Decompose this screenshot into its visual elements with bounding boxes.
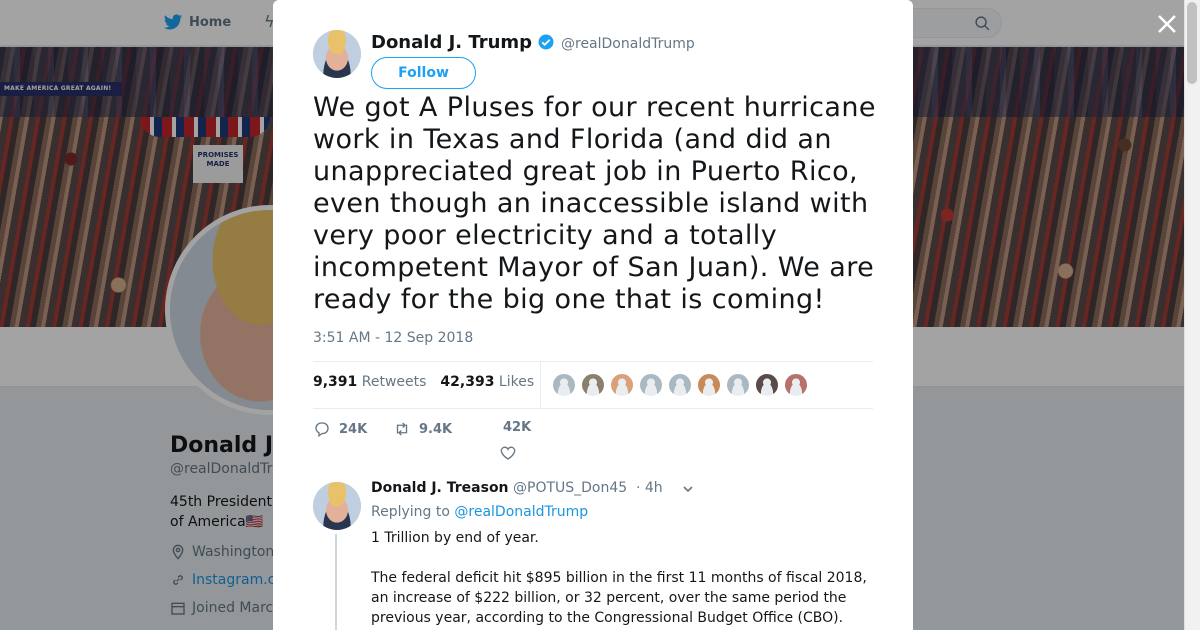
reply-author-name[interactable]: Donald J. Treason (371, 480, 509, 496)
liker-avatar[interactable] (697, 373, 721, 397)
reply-author-handle[interactable]: @POTUS_Don45 (513, 480, 627, 496)
reply-count: 24K (339, 421, 368, 437)
likes-label: Likes (498, 374, 535, 390)
retweet-count: 9.4K (419, 421, 453, 437)
thread-line (335, 534, 337, 630)
tweet-author-avatar[interactable] (313, 30, 361, 78)
chevron-down-icon[interactable] (681, 482, 695, 496)
tweet-text: We got A Pluses for our recent hurricane… (313, 92, 876, 315)
liker-avatar[interactable] (784, 373, 808, 397)
liker-avatar[interactable] (552, 373, 576, 397)
reply-line-2: The federal deficit hit $895 billion in … (371, 570, 867, 626)
scrollbar-thumb[interactable] (1187, 2, 1197, 84)
reply-icon (315, 422, 329, 438)
close-icon[interactable] (1153, 10, 1181, 38)
liker-avatar[interactable] (610, 373, 634, 397)
tweet-author-handle[interactable]: @realDonaldTrump (561, 36, 695, 52)
tweet-modal: Donald J. Trump @realDonaldTrump Follow … (273, 0, 913, 630)
liker-avatars (552, 373, 808, 397)
reply-text: 1 Trillion by end of year. The federal d… (371, 528, 876, 628)
reply-button[interactable]: 24K (313, 420, 367, 438)
reply-time[interactable]: · 4h (636, 480, 663, 496)
like-count: 42K (503, 420, 532, 435)
replying-prefix: Replying to (371, 504, 450, 520)
replying-to-link[interactable]: @realDonaldTrump (454, 504, 588, 520)
likes-stat[interactable]: 42,393 Likes (440, 374, 534, 390)
divider (313, 361, 873, 362)
retweets-label: Retweets (361, 374, 427, 390)
reply-author-avatar[interactable] (313, 482, 361, 530)
divider (313, 408, 873, 409)
likes-count: 42,393 (440, 374, 495, 390)
reply-line-1: 1 Trillion by end of year. (371, 530, 539, 546)
scrollbar-track[interactable] (1184, 0, 1200, 630)
liker-avatar[interactable] (726, 373, 750, 397)
liker-avatar[interactable] (668, 373, 692, 397)
stats-divider (540, 362, 541, 408)
liker-avatar[interactable] (581, 373, 605, 397)
retweets-count: 9,391 (313, 374, 358, 390)
liker-avatar[interactable] (639, 373, 663, 397)
like-count-container[interactable]: 42K (503, 420, 531, 435)
replying-to: Replying to @realDonaldTrump (371, 504, 588, 520)
tweet-author-name[interactable]: Donald J. Trump (371, 32, 532, 53)
verified-badge-icon (538, 34, 554, 50)
heart-icon[interactable] (499, 444, 517, 462)
retweet-button[interactable]: 9.4K (393, 420, 452, 438)
liker-avatar[interactable] (755, 373, 779, 397)
tweet-stats: 9,391 Retweets 42,393 Likes (313, 374, 534, 390)
follow-button[interactable]: Follow (371, 57, 476, 89)
retweet-icon (396, 422, 408, 436)
retweets-stat[interactable]: 9,391 Retweets (313, 374, 426, 390)
tweet-timestamp[interactable]: 3:51 AM - 12 Sep 2018 (313, 330, 473, 346)
